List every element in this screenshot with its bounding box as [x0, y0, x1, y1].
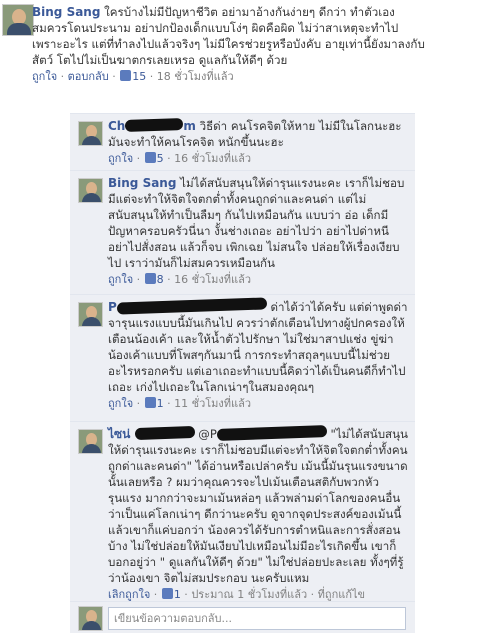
timestamp[interactable]: 16 ชั่วโมงที่แล้ว — [174, 152, 251, 165]
timestamp[interactable]: ประมาณ 1 ชั่วโมงที่แล้ว — [191, 588, 307, 601]
reply-input[interactable] — [108, 607, 406, 630]
redaction-mark — [116, 297, 267, 315]
comment-text: P ด่าได้ว่าได้ครับ แต่ด่าพูดด่าจารุนแรงแ… — [108, 297, 408, 395]
comment-meta: ถูกใจ · 1 · 11 ชั่วโมงที่แล้ว — [108, 397, 252, 410]
comment-text: ไซน่ @P "ไม่ได้สนับสนุนให้ด่ารุนแรงนะคะ … — [108, 425, 408, 585]
comment: Ch m วิธีด่า คนโรคจิตให้หาย ไม่มีในโลกนะฮ… — [70, 113, 415, 170]
like-link[interactable]: ถูกใจ — [32, 70, 57, 83]
comment: P ด่าได้ว่าได้ครับ แต่ด่าพูดด่าจารุนแรงแ… — [70, 294, 415, 421]
comments-list: Ch m วิธีด่า คนโรคจิตให้หาย ไม่มีในโลกนะฮ… — [70, 113, 415, 633]
comment-author[interactable]: Ch m — [108, 117, 196, 133]
edited-label[interactable]: ที่ถูกแก้ไข — [318, 588, 365, 601]
post-meta: ถูกใจ · ตอบกลับ · 15 · 18 ชั่วโมงที่แล้ว — [32, 70, 234, 83]
like-link[interactable]: ถูกใจ — [108, 397, 133, 410]
comment-text: Bing Sang ไม่ได้สนับสนุนให้ด่ารุนแรงนะคะ… — [108, 176, 405, 270]
like-link[interactable]: ถูกใจ — [108, 152, 133, 165]
thumbs-up-icon — [144, 273, 156, 284]
unlike-link[interactable]: เลิกถูกใจ — [108, 588, 150, 601]
post-author[interactable]: Bing Sang — [32, 5, 100, 19]
comment-meta: ถูกใจ · 5 · 16 ชั่วโมงที่แล้ว — [108, 152, 252, 165]
like-count[interactable]: 8 — [157, 273, 164, 286]
reply-link[interactable]: ตอบกลับ — [68, 70, 109, 83]
mention[interactable]: @P — [198, 425, 328, 441]
comment-avatar[interactable] — [78, 302, 103, 327]
like-count[interactable]: 1 — [157, 397, 164, 410]
like-count[interactable]: 15 — [132, 70, 146, 83]
comment-author[interactable]: Bing Sang — [108, 176, 176, 190]
post-author-avatar[interactable] — [2, 4, 34, 36]
redaction-mark — [125, 117, 184, 133]
redaction-mark — [216, 425, 328, 441]
like-count[interactable]: 1 — [174, 588, 181, 601]
post: Bing Sang ใครบ้างไม่มีปัญหาชีวิต อย่ามาอ… — [32, 4, 426, 85]
comment-avatar[interactable] — [78, 178, 103, 203]
timestamp[interactable]: 18 ชั่วโมงที่แล้ว — [157, 70, 234, 83]
comment-author[interactable]: ไซน่ — [108, 425, 195, 441]
thumbs-up-icon — [144, 152, 156, 163]
redaction-mark — [134, 425, 195, 441]
timestamp[interactable]: 16 ชั่วโมงที่แล้ว — [174, 273, 251, 286]
current-user-avatar — [78, 606, 103, 631]
comment-avatar[interactable] — [78, 429, 103, 454]
timestamp[interactable]: 11 ชั่วโมงที่แล้ว — [174, 397, 251, 410]
comment: ไซน่ @P "ไม่ได้สนับสนุนให้ด่ารุนแรงนะคะ … — [70, 421, 415, 601]
comment-avatar[interactable] — [78, 121, 103, 146]
comment-text: Ch m วิธีด่า คนโรคจิตให้หาย ไม่มีในโลกนะฮ… — [108, 117, 402, 149]
comment: Bing Sang ไม่ได้สนับสนุนให้ด่ารุนแรงนะคะ… — [70, 170, 415, 294]
thumbs-up-icon — [120, 70, 132, 81]
comment-author[interactable]: P — [108, 297, 267, 315]
comment-meta: ถูกใจ · 8 · 16 ชั่วโมงที่แล้ว — [108, 273, 252, 286]
thumbs-up-icon — [161, 588, 173, 599]
thumbs-up-icon — [144, 397, 156, 408]
reply-box — [70, 601, 415, 633]
like-link[interactable]: ถูกใจ — [108, 273, 133, 286]
post-text: Bing Sang ใครบ้างไม่มีปัญหาชีวิต อย่ามาอ… — [32, 5, 425, 67]
like-count[interactable]: 5 — [157, 152, 164, 165]
